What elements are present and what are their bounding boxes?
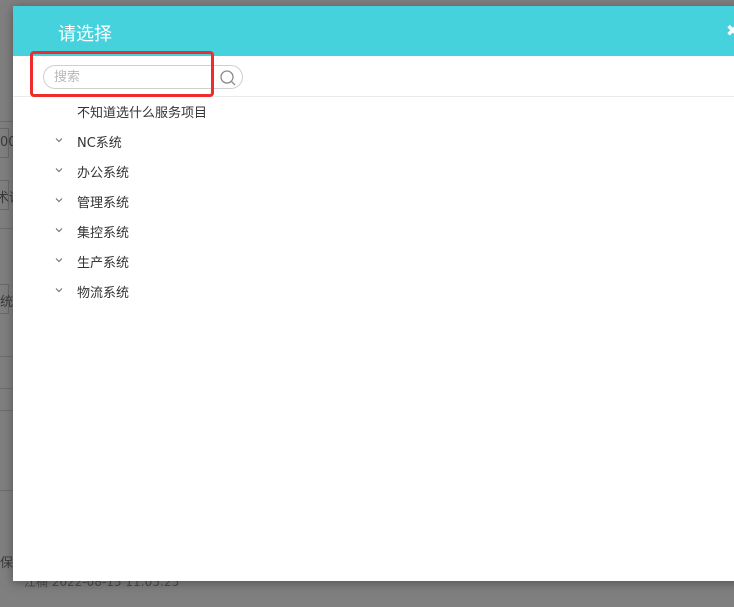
chevron-down-icon[interactable] (54, 225, 64, 235)
chevron-down-icon[interactable] (54, 135, 64, 145)
background-text-fragment: 保 (0, 556, 14, 571)
chevron-down-icon[interactable] (54, 195, 64, 205)
chevron-down-icon[interactable] (54, 165, 64, 175)
tree-item[interactable]: 生产系统 (13, 246, 413, 276)
dialog-title: 请选择 (58, 24, 112, 45)
search-button[interactable] (213, 65, 243, 89)
tree-item[interactable]: 管理系统 (13, 186, 413, 216)
select-dialog: 请选择 ✖ 不知道选什么服务项目 NC系统 办公系统 管理系统 (13, 6, 734, 581)
background-divider (0, 490, 13, 491)
tree-item-label: 物流系统 (77, 286, 130, 301)
tree-item-label: 办公系统 (77, 166, 130, 181)
tree-item[interactable]: NC系统 (13, 126, 413, 156)
background-divider (0, 228, 13, 229)
tree-item[interactable]: 集控系统 (13, 216, 413, 246)
tree-item-label: 生产系统 (77, 256, 130, 271)
tree-item[interactable]: 不知道选什么服务项目 (13, 96, 413, 126)
search-bar (13, 56, 734, 97)
background-divider (0, 121, 13, 122)
tree-item[interactable]: 办公系统 (13, 156, 413, 186)
chevron-down-icon[interactable] (54, 255, 64, 265)
search-input[interactable] (43, 65, 213, 89)
close-icon[interactable]: ✖ (726, 20, 734, 42)
background-text-fragment: 统 (0, 295, 14, 310)
background-divider (0, 356, 13, 357)
search-icon (220, 70, 236, 86)
background-divider (0, 388, 13, 389)
dialog-header: 请选择 ✖ (13, 6, 734, 56)
tree-item[interactable]: 物流系统 (13, 276, 413, 306)
tree-item-label: NC系统 (77, 136, 122, 151)
tree-item-label: 集控系统 (77, 226, 130, 241)
background-divider (0, 410, 13, 411)
tree-item-label: 管理系统 (77, 196, 130, 211)
chevron-down-icon[interactable] (54, 285, 64, 295)
tree-item-label: 不知道选什么服务项目 (77, 106, 208, 121)
